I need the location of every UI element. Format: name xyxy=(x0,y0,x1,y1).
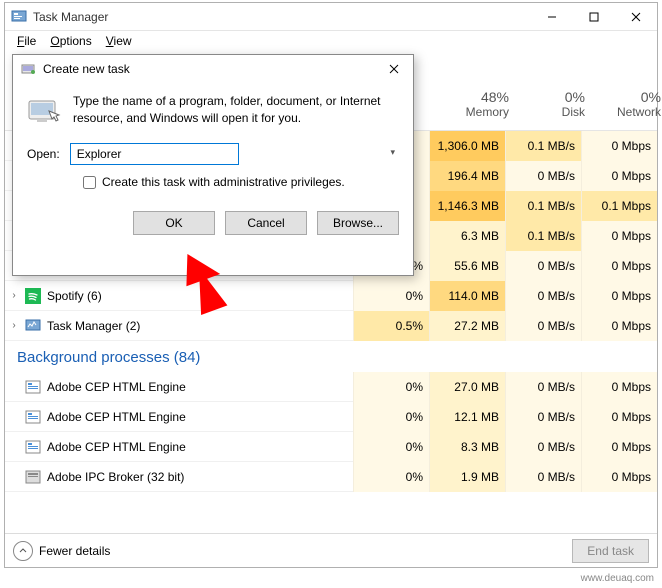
disk-cell: 0 MB/s xyxy=(505,311,581,341)
col-memory[interactable]: 48% Memory xyxy=(437,89,509,119)
process-name: Adobe IPC Broker (32 bit) xyxy=(47,470,353,484)
open-input[interactable] xyxy=(70,143,239,165)
chevron-up-icon xyxy=(13,541,33,561)
minimize-button[interactable] xyxy=(531,3,573,31)
col-disk[interactable]: 0% Disk xyxy=(513,89,585,119)
table-row[interactable]: ›Spotify (6)0%114.0 MB0 MB/s0 Mbps xyxy=(5,281,657,311)
cpu-cell: 0% xyxy=(353,462,429,492)
cpu-cell: 0% xyxy=(353,402,429,432)
memory-cell: 8.3 MB xyxy=(429,432,505,462)
disk-cell: 0 MB/s xyxy=(505,372,581,402)
ok-button[interactable]: OK xyxy=(133,211,215,235)
network-cell: 0 Mbps xyxy=(581,161,657,191)
close-button[interactable] xyxy=(615,3,657,31)
process-icon xyxy=(25,409,41,425)
run-icon xyxy=(27,93,63,129)
maximize-button[interactable] xyxy=(573,3,615,31)
table-row[interactable]: Adobe IPC Broker (32 bit)0%1.9 MB0 MB/s0… xyxy=(5,462,657,492)
cpu-cell: 0% xyxy=(353,432,429,462)
process-icon xyxy=(25,439,41,455)
watermark: www.deuaq.com xyxy=(581,573,654,584)
network-cell: 0 Mbps xyxy=(581,462,657,492)
background-processes-header: Background processes (84) xyxy=(5,341,657,372)
memory-cell: 27.0 MB xyxy=(429,372,505,402)
window-title: Task Manager xyxy=(33,10,531,24)
titlebar: Task Manager xyxy=(5,3,657,31)
memory-cell: 1,146.3 MB xyxy=(429,191,505,221)
cancel-button[interactable]: Cancel xyxy=(225,211,307,235)
window-controls xyxy=(531,3,657,31)
process-icon xyxy=(25,288,41,304)
table-row[interactable]: Adobe CEP HTML Engine0%27.0 MB0 MB/s0 Mb… xyxy=(5,372,657,402)
end-task-button[interactable]: End task xyxy=(572,539,649,563)
process-name: Adobe CEP HTML Engine xyxy=(47,410,353,424)
cpu-cell: 0% xyxy=(353,281,429,311)
disk-cell: 0.1 MB/s xyxy=(505,221,581,251)
memory-cell: 55.6 MB xyxy=(429,251,505,281)
browse-button[interactable]: Browse... xyxy=(317,211,399,235)
expand-toggle[interactable]: › xyxy=(5,290,19,301)
disk-cell: 0 MB/s xyxy=(505,432,581,462)
menu-file[interactable]: File xyxy=(11,32,42,50)
dialog-prompt: Type the name of a program, folder, docu… xyxy=(73,93,399,129)
disk-cell: 0 MB/s xyxy=(505,251,581,281)
network-cell: 0 Mbps xyxy=(581,402,657,432)
taskmgr-icon xyxy=(11,9,27,25)
process-icon xyxy=(25,379,41,395)
dialog-close-button[interactable] xyxy=(375,56,413,82)
run-icon-small xyxy=(21,61,37,77)
disk-cell: 0 MB/s xyxy=(505,462,581,492)
network-cell: 0 Mbps xyxy=(581,251,657,281)
table-row[interactable]: Adobe CEP HTML Engine0%12.1 MB0 MB/s0 Mb… xyxy=(5,402,657,432)
menu-view[interactable]: View xyxy=(100,32,138,50)
footer: Fewer details End task xyxy=(5,533,657,567)
fewer-details-button[interactable]: Fewer details xyxy=(13,541,110,561)
process-name: Adobe CEP HTML Engine xyxy=(47,380,353,394)
open-label: Open: xyxy=(27,147,60,161)
menu-bar: File Options View xyxy=(5,31,657,51)
admin-checkbox[interactable] xyxy=(83,176,96,189)
process-name: Adobe CEP HTML Engine xyxy=(47,440,353,454)
network-cell: 0 Mbps xyxy=(581,131,657,161)
process-icon xyxy=(25,469,41,485)
annotation-arrow xyxy=(168,246,248,326)
memory-cell: 6.3 MB xyxy=(429,221,505,251)
process-icon xyxy=(25,318,41,334)
chevron-down-icon[interactable]: ▾ xyxy=(390,147,395,158)
cpu-cell: 0.5% xyxy=(353,311,429,341)
disk-cell: 0 MB/s xyxy=(505,402,581,432)
memory-cell: 12.1 MB xyxy=(429,402,505,432)
network-cell: 0 Mbps xyxy=(581,311,657,341)
dialog-title: Create new task xyxy=(43,62,375,76)
disk-cell: 0 MB/s xyxy=(505,281,581,311)
disk-cell: 0.1 MB/s xyxy=(505,131,581,161)
network-cell: 0 Mbps xyxy=(581,221,657,251)
disk-cell: 0.1 MB/s xyxy=(505,191,581,221)
memory-cell: 1.9 MB xyxy=(429,462,505,492)
cpu-cell: 0% xyxy=(353,372,429,402)
table-row[interactable]: Adobe CEP HTML Engine0%8.3 MB0 MB/s0 Mbp… xyxy=(5,432,657,462)
admin-label: Create this task with administrative pri… xyxy=(102,175,345,189)
memory-cell: 1,306.0 MB xyxy=(429,131,505,161)
network-cell: 0.1 Mbps xyxy=(581,191,657,221)
network-cell: 0 Mbps xyxy=(581,372,657,402)
network-cell: 0 Mbps xyxy=(581,432,657,462)
dialog-titlebar: Create new task xyxy=(13,55,413,83)
network-cell: 0 Mbps xyxy=(581,281,657,311)
memory-cell: 196.4 MB xyxy=(429,161,505,191)
col-network[interactable]: 0% Network xyxy=(589,89,661,119)
memory-cell: 114.0 MB xyxy=(429,281,505,311)
expand-toggle[interactable]: › xyxy=(5,320,19,331)
table-row[interactable]: ›Task Manager (2)0.5%27.2 MB0 MB/s0 Mbps xyxy=(5,311,657,341)
disk-cell: 0 MB/s xyxy=(505,161,581,191)
memory-cell: 27.2 MB xyxy=(429,311,505,341)
menu-options[interactable]: Options xyxy=(44,32,97,50)
create-task-dialog: Create new task Type the name of a progr… xyxy=(12,54,414,276)
